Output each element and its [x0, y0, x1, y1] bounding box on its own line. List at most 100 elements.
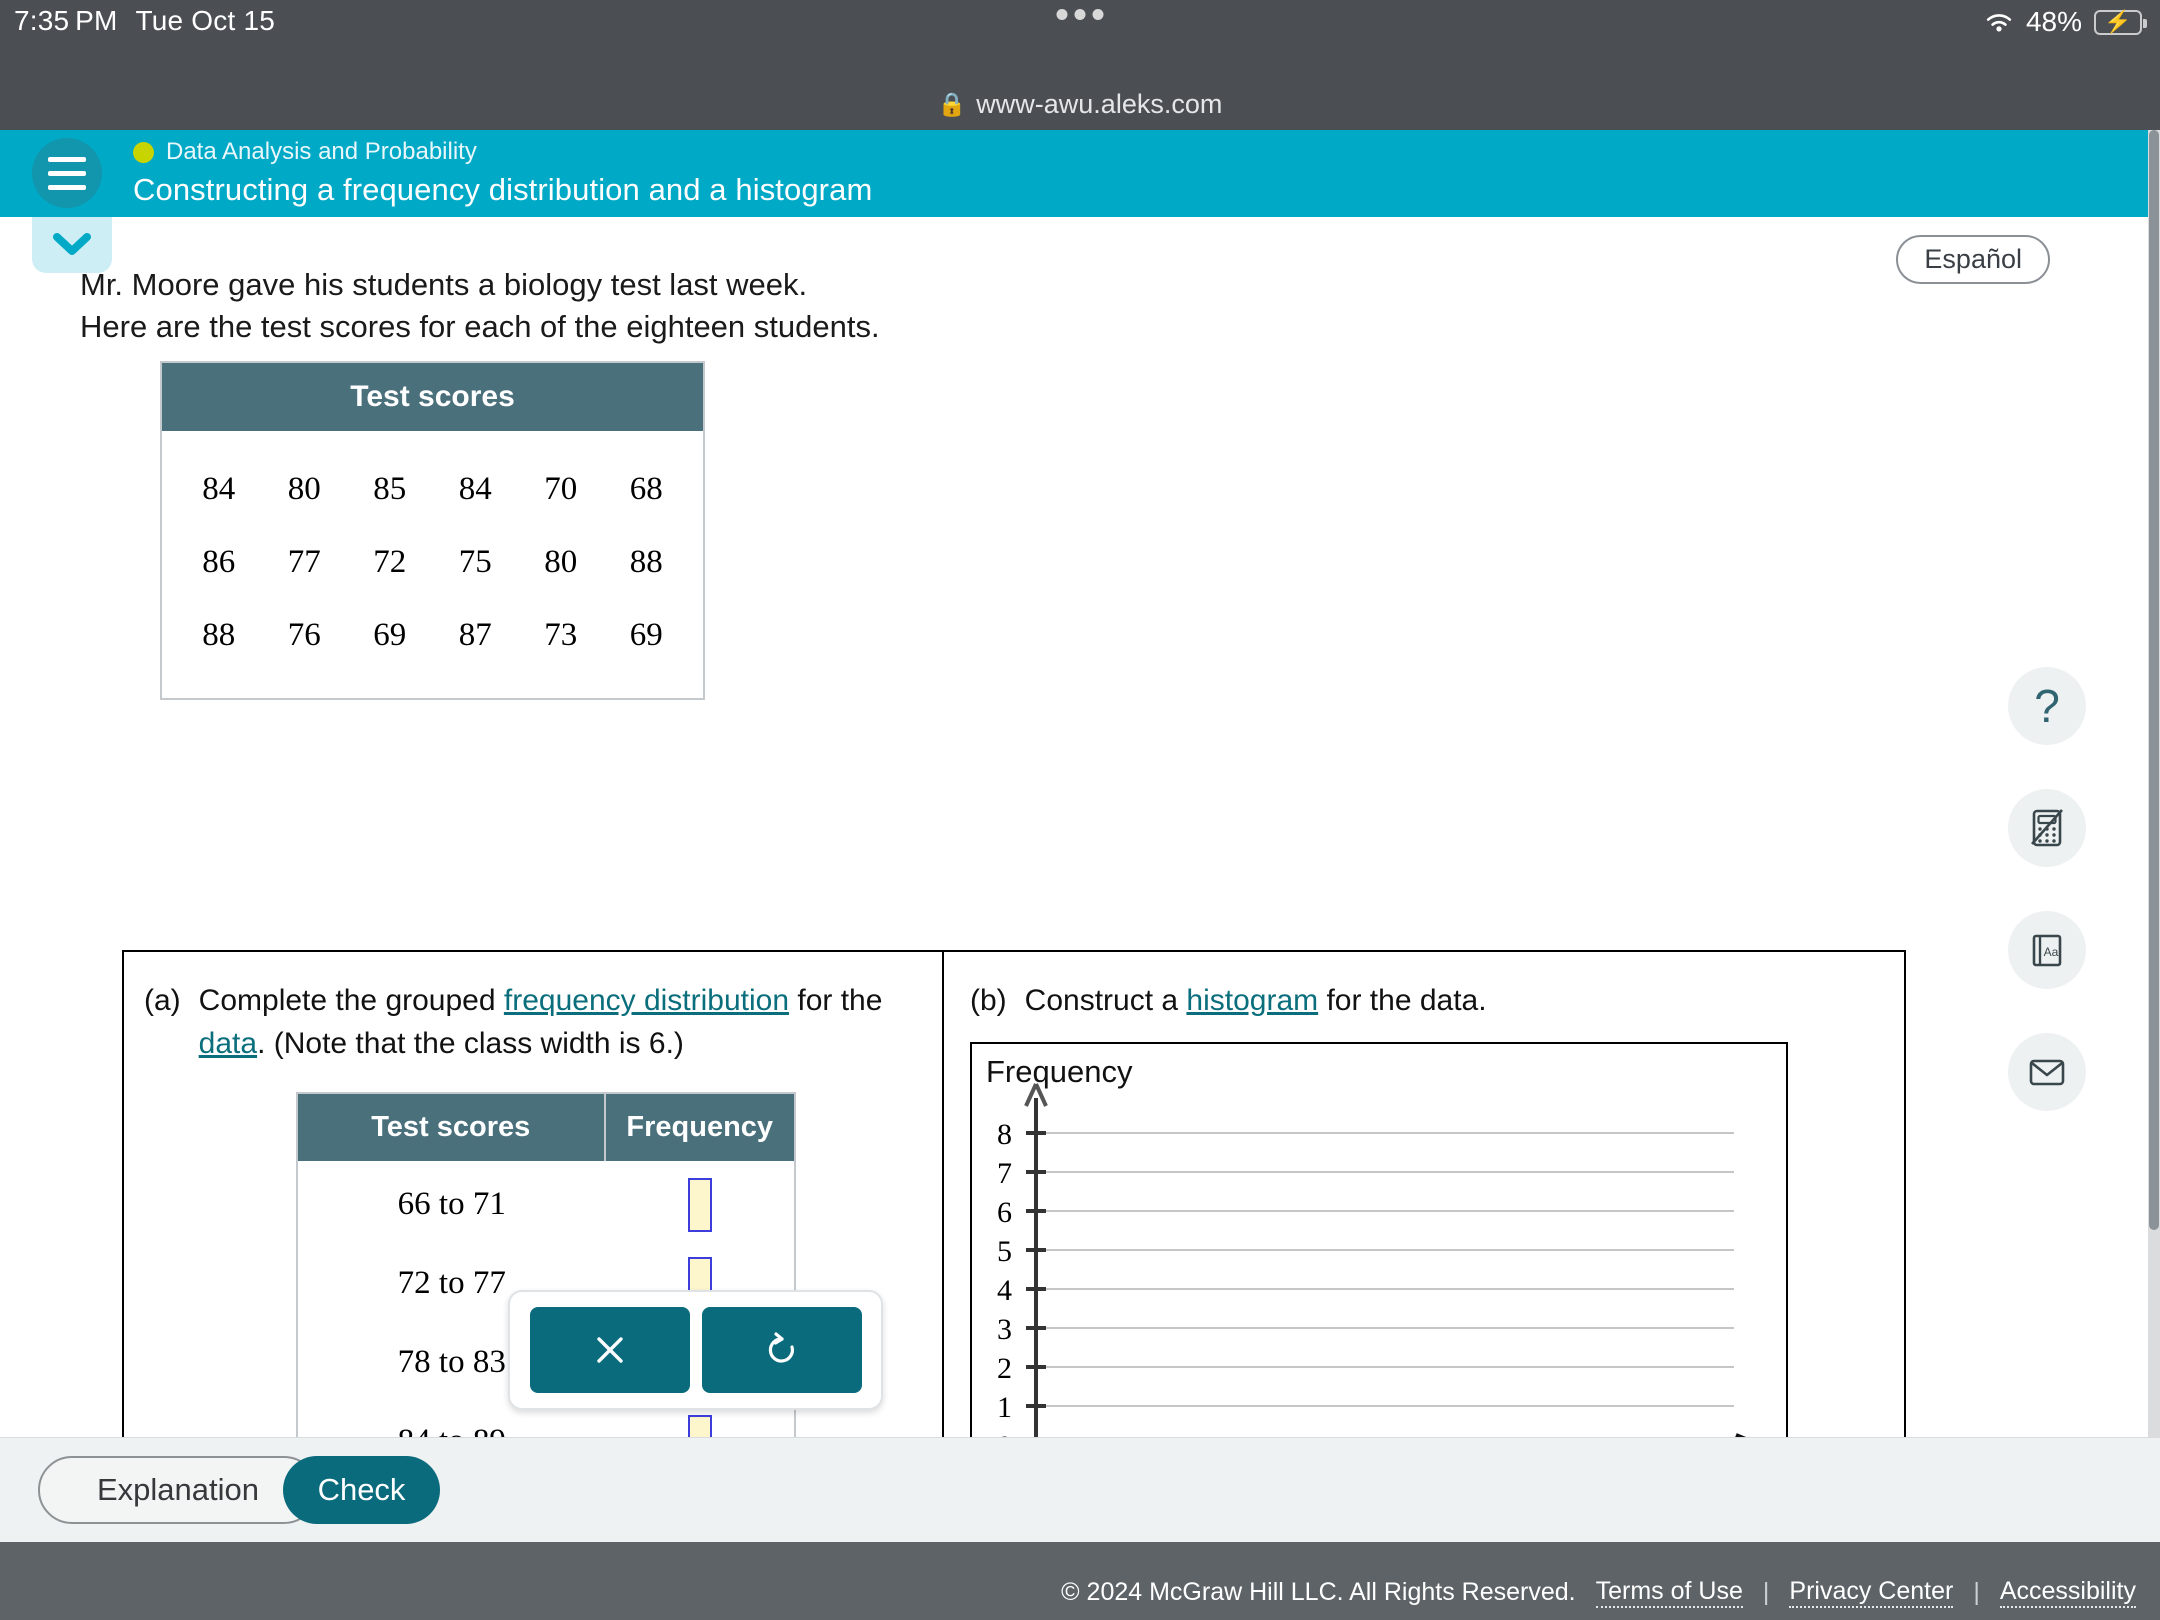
- score-cell: 88: [629, 544, 663, 580]
- table-row: 66 to 71: [298, 1165, 794, 1244]
- score-cell: 85: [373, 471, 407, 507]
- scrollbar-thumb[interactable]: [2149, 130, 2159, 1230]
- score-cell: 75: [458, 544, 492, 580]
- question-mark-icon: ?: [2034, 680, 2060, 732]
- histogram-link[interactable]: histogram: [1186, 984, 1318, 1017]
- y-tick-7: 7: [997, 1157, 1012, 1190]
- column-header-frequency: Frequency: [626, 1111, 774, 1143]
- score-cell: 80: [544, 544, 578, 580]
- dictionary-book-icon: Aa: [2032, 934, 2062, 967]
- part-a-text-3: . (Note that the class width is 6.): [257, 1026, 684, 1060]
- prompt-line-2: Here are the test scores for each of the…: [80, 309, 880, 345]
- message-button[interactable]: [2008, 1033, 2086, 1111]
- y-tick-3: 3: [997, 1313, 1012, 1346]
- part-b-text-1: Construct a: [1024, 984, 1187, 1017]
- score-cell: 86: [202, 544, 236, 580]
- status-bar-left: 7:35 PM Tue Oct 15: [14, 5, 275, 37]
- part-a-text-2: for the: [789, 984, 883, 1017]
- header-topic: Data Analysis and Probability: [133, 138, 872, 166]
- footer-separator: |: [1973, 1578, 1980, 1606]
- status-bar-right: 48% ⚡: [1984, 6, 2147, 38]
- envelope-icon: [2029, 1059, 2065, 1086]
- lesson-title: Constructing a frequency distribution an…: [133, 172, 873, 207]
- frequency-distribution-link[interactable]: frequency distribution: [504, 984, 789, 1017]
- table-row: 88 76 69 87 73 69: [176, 599, 689, 672]
- clear-button[interactable]: [529, 1307, 690, 1393]
- three-dots-icon: [1056, 9, 1104, 20]
- part-b-body: Construct a histogram for the data.: [1025, 980, 1487, 1023]
- y-tick-6: 6: [997, 1196, 1012, 1229]
- part-a-body: Complete the grouped frequency distribut…: [199, 980, 884, 1065]
- y-tick-4: 4: [997, 1274, 1012, 1307]
- wifi-icon: [1984, 10, 2014, 34]
- score-cell: 88: [202, 617, 236, 653]
- main-content: Español Mr. Moore gave his students a bi…: [0, 217, 2108, 1620]
- y-tick-2: 2: [997, 1352, 1012, 1385]
- aleks-header: Data Analysis and Probability Constructi…: [0, 130, 2160, 301]
- chevron-down-icon: [53, 233, 91, 255]
- part-a-marker: (a): [144, 984, 181, 1017]
- table-row: 86 77 72 75 80 88: [176, 526, 689, 599]
- explanation-button[interactable]: Explanation: [38, 1456, 318, 1524]
- y-tick-5: 5: [997, 1235, 1012, 1268]
- test-scores-table-title: Test scores: [162, 363, 703, 431]
- answer-tool-panel: [508, 1290, 883, 1410]
- close-x-icon: [596, 1337, 623, 1363]
- column-header-test-scores: Test scores: [298, 1094, 606, 1161]
- frequency-table-header: Test scores Frequency: [298, 1094, 794, 1161]
- check-button[interactable]: Check: [283, 1456, 440, 1524]
- action-bar: Explanation Check: [0, 1437, 2160, 1542]
- ipad-status-bar: 7:35 PM Tue Oct 15 48% ⚡: [0, 0, 2160, 78]
- score-cell: 69: [629, 617, 663, 653]
- y-tick-8: 8: [997, 1118, 1012, 1151]
- test-scores-grid: 84 80 85 84 70 68 86 77 72 75 80 88 88 7…: [162, 431, 703, 698]
- part-b-marker: (b): [970, 984, 1007, 1017]
- score-cell: 68: [629, 471, 663, 507]
- footer-separator: |: [1762, 1578, 1770, 1606]
- frequency-input-66-71[interactable]: [687, 1177, 712, 1232]
- header-titles: Data Analysis and Probability Constructi…: [133, 138, 872, 208]
- privacy-center-link[interactable]: Privacy Center: [1789, 1577, 1954, 1608]
- tool-rail: ? Aa: [2008, 667, 2094, 1155]
- score-cell: 84: [458, 471, 492, 507]
- score-cell: 70: [544, 471, 578, 507]
- page-footer: © 2024 McGraw Hill LLC. All Rights Reser…: [0, 1542, 2160, 1620]
- prompt-line-1: Mr. Moore gave his students a biology te…: [80, 267, 808, 302]
- score-cell: 77: [287, 544, 321, 580]
- table-row: 84 80 85 84 70 68: [176, 453, 689, 526]
- y-tick-1: 1: [997, 1391, 1012, 1424]
- topic-label: Data Analysis and Probability: [166, 138, 477, 165]
- score-cell: 72: [373, 544, 407, 580]
- copyright-text: © 2024 McGraw Hill LLC. All Rights Reser…: [1061, 1578, 1576, 1606]
- question-prompt: Mr. Moore gave his students a biology te…: [80, 264, 880, 348]
- score-cell: 76: [287, 617, 321, 653]
- terms-of-use-link[interactable]: Terms of Use: [1595, 1577, 1743, 1608]
- calculator-disabled-icon: [2031, 809, 2063, 847]
- page-scrollbar[interactable]: [2148, 130, 2160, 1437]
- hamburger-menu-icon[interactable]: [32, 138, 102, 208]
- part-b-text-2: for the data.: [1318, 984, 1487, 1017]
- undo-button[interactable]: [701, 1307, 862, 1393]
- class-range-label: 66 to 71: [397, 1186, 506, 1222]
- undo-arrow-icon: [768, 1332, 794, 1363]
- help-button[interactable]: ?: [2008, 667, 2086, 745]
- battery-charging-icon: ⚡: [2094, 9, 2147, 35]
- score-cell: 69: [373, 617, 407, 653]
- espanol-toggle-button[interactable]: Español: [1896, 235, 2050, 284]
- battery-percent-label: 48%: [2025, 6, 2082, 37]
- score-cell: 84: [202, 471, 236, 507]
- url-text: www-awu.aleks.com: [976, 88, 1223, 119]
- clock-time: 7:35 PM: [14, 5, 118, 36]
- part-a-question-text: (a) Complete the grouped frequency distr…: [144, 980, 884, 1065]
- topic-status-dot-icon: [133, 141, 154, 163]
- glossary-button[interactable]: Aa: [2008, 911, 2086, 989]
- accessibility-link[interactable]: Accessibility: [1999, 1577, 2136, 1608]
- calculator-button[interactable]: [2008, 789, 2086, 867]
- part-b-question-text: (b) Construct a histogram for the data.: [970, 980, 1770, 1023]
- clock-date: Tue Oct 15: [135, 5, 275, 36]
- browser-url-bar[interactable]: 🔒 www-awu.aleks.com: [0, 78, 2160, 130]
- score-cell: 87: [458, 617, 492, 653]
- score-cell: 73: [544, 617, 578, 653]
- test-scores-table: Test scores 84 80 85 84 70 68 86 77 72 7…: [160, 361, 705, 700]
- data-link[interactable]: data: [199, 1027, 257, 1060]
